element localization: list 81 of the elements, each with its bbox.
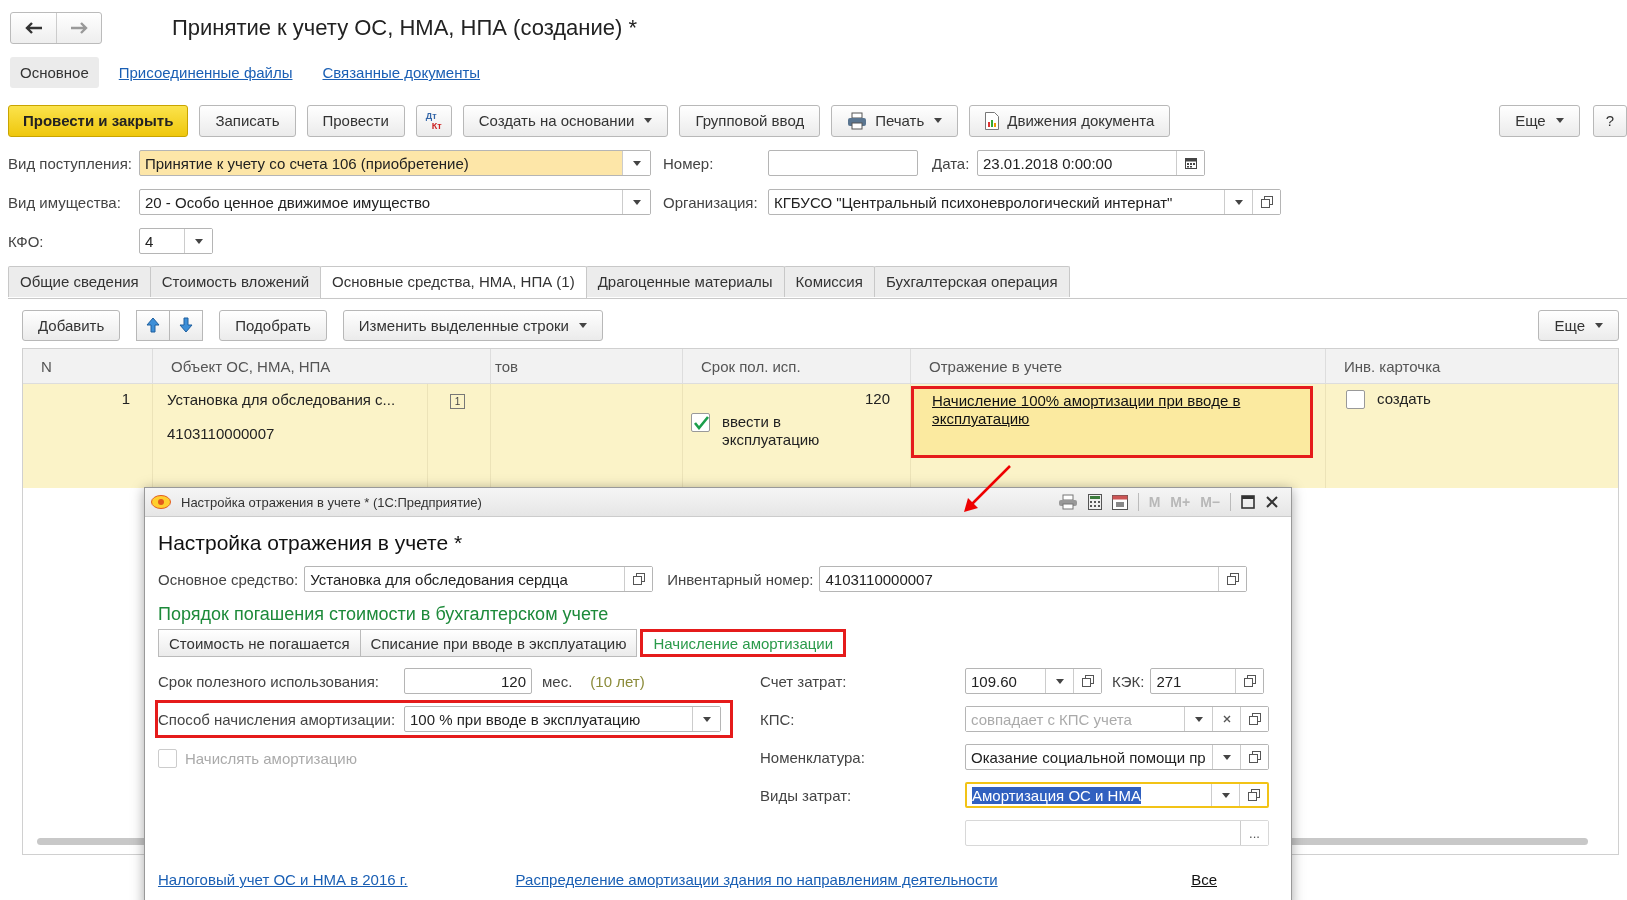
dialog-heading: Настройка отражения в учете *: [158, 531, 464, 555]
field-label: Вид имущества:: [8, 193, 122, 211]
mode-tab[interactable]: Начисление амортизации: [640, 629, 847, 657]
date-field[interactable]: 23.01.2018 0:00:00: [977, 150, 1205, 176]
table-row[interactable]: 1 Установка для обследования с... 4103110000007 1 120 ввести в эксплуатацию Начисление 100% амортизации при вводе в эксплуатацию создать: [23, 384, 1618, 488]
inventory-number-field[interactable]: 4103110000007: [819, 566, 1248, 592]
depreciation-method-field[interactable]: 100 % при вводе в эксплуатацию: [404, 706, 721, 732]
receipt-type-field[interactable]: Принятие к учету со счета 106 (приобретение): [139, 150, 651, 176]
field-label: КЭК:: [1112, 672, 1146, 690]
mode-tab[interactable]: Стоимость не погашается: [158, 629, 361, 657]
field-label: Способ начисления амортизации:: [158, 710, 397, 728]
change-rows-button[interactable]: Изменить выделенные строки: [342, 309, 603, 341]
cost-account-field[interactable]: 109.60: [965, 668, 1102, 694]
column-header: тов: [491, 349, 683, 383]
document-tab[interactable]: Стоимость вложений: [149, 266, 322, 297]
field-label: Вид поступления:: [8, 154, 133, 172]
checkbox-label: ввести в эксплуатацию: [722, 413, 821, 449]
property-type-field[interactable]: 20 - Особо ценное движимое имущество: [139, 189, 651, 215]
mode-tab[interactable]: Списание при вводе в эксплуатацию: [359, 629, 638, 657]
tax-accounting-link[interactable]: Налоговый учет ОС и НМА в 2016 г.: [158, 871, 408, 888]
document-tab[interactable]: Драгоценные материалы: [585, 266, 785, 297]
field-label: Виды затрат:: [760, 786, 853, 804]
document-tab[interactable]: Основные средства, НМА, НПА (1): [320, 266, 587, 298]
table-cell-text: 120: [863, 390, 891, 407]
years-note: (10 лет): [590, 672, 645, 690]
toolbar-button[interactable]: Провести: [306, 104, 405, 137]
document-movements-button[interactable]: Движения документа: [969, 104, 1171, 137]
depreciation-distribution-link[interactable]: Распределение амортизации здания по направлениям деятельности: [515, 871, 998, 888]
field-label: Срок полезного использования:: [158, 672, 381, 690]
column-header: Отражение в учете: [911, 349, 1326, 383]
organization-field[interactable]: КГБУСО "Центральный психоневрологический интернат": [768, 189, 1281, 215]
page-tab[interactable]: Основное: [10, 57, 99, 88]
document-tab[interactable]: Бухгалтерская операция: [873, 266, 1070, 297]
useful-life-field[interactable]: 120: [404, 668, 532, 694]
all-link[interactable]: Все: [1191, 871, 1217, 888]
asset-field[interactable]: Установка для обследования сердца: [304, 566, 654, 592]
checkbox-label: создать: [1377, 390, 1431, 407]
field-label: Счет затрат:: [760, 672, 848, 690]
table-cell-text: 4103110000007: [167, 425, 276, 442]
number-icon: 1: [450, 394, 465, 409]
print-button[interactable]: Печать: [831, 104, 959, 137]
column-header: Объект ОС, НМА, НПА: [153, 349, 491, 383]
cost-types-field[interactable]: Амортизация ОС и НМА: [965, 782, 1269, 808]
page-tab[interactable]: Связанные документы: [312, 57, 491, 88]
debit-credit-button[interactable]: Дт Кт: [415, 104, 452, 137]
field-label: КПС:: [760, 710, 796, 728]
row-number: 1: [121, 390, 130, 407]
document-tab[interactable]: Комиссия: [783, 266, 875, 297]
dialog-window-title: Настройка отражения в учете * (1С:Предприятие): [181, 494, 482, 510]
accounting-link[interactable]: Начисление 100% амортизации при вводе в эксплуатацию: [932, 392, 1292, 428]
menu-button[interactable]: Создать на основании: [462, 104, 669, 137]
toolbar-button[interactable]: Групповой ввод: [679, 104, 821, 137]
section-heading: Порядок погашения стоимости в бухгалтерском учете: [158, 604, 610, 625]
toolbar-button[interactable]: Записать: [199, 104, 296, 137]
field-label: Инвентарный номер:: [667, 570, 815, 588]
document-title: Принятие к учету ОС, НМА, НПА (создание) *: [172, 15, 637, 41]
field-label: КФО:: [8, 232, 45, 250]
column-header: N: [23, 349, 153, 383]
kps-field[interactable]: совпадает с КПС учета: [965, 706, 1269, 732]
kek-field[interactable]: 271: [1150, 668, 1265, 694]
more-button[interactable]: Еще: [1499, 104, 1580, 137]
nomenclature-field[interactable]: Оказание социальной помощи пр: [965, 744, 1269, 770]
field-label: Номер:: [663, 154, 715, 172]
help-button[interactable]: ?: [1592, 104, 1627, 137]
kfo-field[interactable]: 4: [139, 228, 213, 254]
column-header: Срок пол. исп.: [683, 349, 911, 383]
column-header: Инв. карточка: [1343, 356, 1442, 377]
post-and-close-button[interactable]: Провести и закрыть: [8, 104, 189, 137]
unit-label: мес.: [542, 672, 574, 690]
field-label: Дата:: [932, 154, 971, 172]
more-button[interactable]: Еще: [1538, 309, 1619, 341]
document-tab[interactable]: Общие сведения: [8, 266, 151, 297]
field-label: Организация:: [663, 193, 759, 211]
extra-field[interactable]: ...: [965, 820, 1269, 846]
checkbox-label: Начислять амортизацию: [185, 749, 357, 767]
field-label: Номенклатура:: [760, 748, 866, 766]
add-button[interactable]: Добавить: [22, 309, 121, 341]
page-tab[interactable]: Присоединенные файлы: [108, 57, 303, 88]
pick-button[interactable]: Подобрать: [219, 309, 327, 341]
table-cell-text: Установка для обследования с...: [167, 391, 397, 408]
field-label: Основное средство:: [158, 570, 300, 588]
